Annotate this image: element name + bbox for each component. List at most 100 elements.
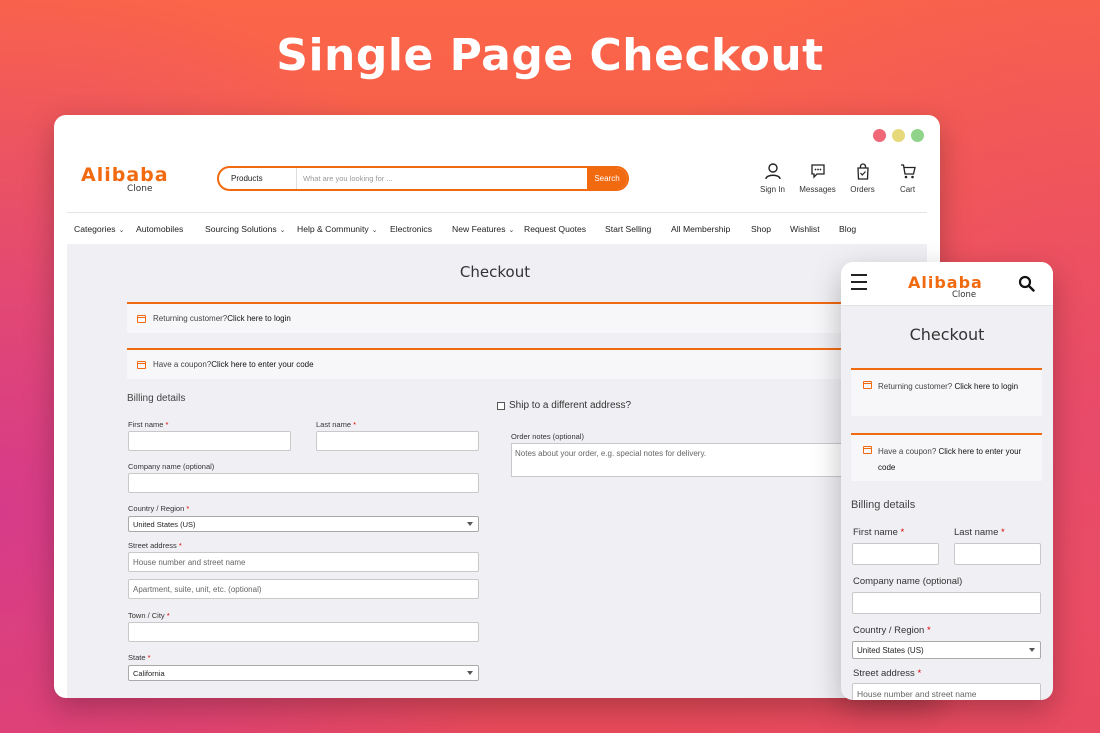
chat-icon (810, 164, 825, 179)
nav-item-all-membership[interactable]: All Membership (671, 224, 730, 234)
nav-item-start-selling[interactable]: Start Selling (605, 224, 651, 234)
state-select[interactable]: California (128, 665, 479, 681)
select-arrow-icon (467, 671, 473, 675)
billing-details-title: Billing details (127, 393, 186, 404)
mobile-street-address-label: Street address * (853, 668, 922, 679)
mobile-header: Alibaba Clone (841, 262, 1053, 306)
search-bar: Products What are you looking for ... Se… (217, 166, 629, 191)
site-logo[interactable]: Alibaba Clone (81, 164, 169, 194)
orders-label: Orders (850, 185, 875, 194)
hamburger-menu-icon[interactable] (851, 274, 867, 295)
mobile-page-title: Checkout (909, 325, 985, 344)
ship-different-checkbox[interactable] (497, 401, 505, 410)
notice-icon (863, 381, 872, 389)
nav-item-blog[interactable]: Blog (839, 224, 856, 234)
nav-item-help-community[interactable]: Help & Community ⌄ (297, 224, 378, 234)
state-label: State * (128, 653, 151, 662)
close-dot-icon[interactable] (873, 129, 886, 142)
search-category-select[interactable]: Products (219, 168, 297, 189)
orders-button[interactable]: Orders (840, 163, 885, 194)
nav-item-wishlist[interactable]: Wishlist (790, 224, 820, 234)
street-address-label: Street address * (128, 541, 182, 550)
messages-label: Messages (799, 185, 836, 194)
nav-item-categories[interactable]: Categories ⌄ (74, 224, 124, 234)
headline: Single Page Checkout (276, 30, 824, 81)
search-icon[interactable] (1018, 275, 1035, 292)
bag-icon (856, 163, 869, 180)
notice-icon (863, 446, 872, 454)
first-name-field[interactable] (128, 431, 291, 451)
enter-coupon-link[interactable]: Click here to enter your code (211, 360, 313, 369)
logo-sub: Clone (127, 184, 153, 194)
country-select[interactable]: United States (US) (128, 516, 479, 532)
messages-button[interactable]: Messages (795, 163, 840, 194)
returning-customer-text: Returning customer? (153, 314, 228, 323)
mobile-logo[interactable]: Alibaba Clone (908, 273, 983, 300)
site-header: Alibaba Clone Products What are you look… (67, 155, 927, 212)
apartment-field[interactable]: Apartment, suite, unit, etc. (optional) (128, 579, 479, 599)
company-name-label: Company name (optional) (128, 462, 215, 471)
sign-in-button[interactable]: Sign In (750, 163, 795, 194)
cart-icon (900, 164, 916, 179)
mobile-first-name-field[interactable] (852, 543, 939, 565)
nav-item-shop[interactable]: Shop (751, 224, 771, 234)
mobile-frame: Alibaba Clone Checkout Returning custome… (841, 262, 1053, 700)
mobile-coupon-notice: Have a coupon? Click here to enter your … (851, 433, 1042, 481)
mobile-company-name-label: Company name (optional) (853, 576, 963, 587)
notice-icon (137, 360, 146, 369)
mobile-login-link[interactable]: Click here to login (954, 382, 1018, 391)
mobile-country-select[interactable]: United States (US) (852, 641, 1041, 659)
mobile-last-name-field[interactable] (954, 543, 1041, 565)
chevron-down-icon: ⌄ (118, 227, 125, 234)
mobile-country-label: Country / Region * (853, 625, 931, 636)
mobile-coupon-text: Have a coupon? (878, 447, 939, 456)
chevron-down-icon: ⌄ (279, 227, 286, 234)
cart-button[interactable]: Cart (885, 163, 927, 194)
desktop-browser-window: Alibaba Clone Products What are you look… (54, 115, 940, 698)
mobile-returning-text: Returning customer? (878, 382, 955, 391)
nav-item-sourcing-solutions[interactable]: Sourcing Solutions ⌄ (205, 224, 286, 234)
nav-item-electronics[interactable]: Electronics (390, 224, 432, 234)
header-actions: Sign In Messages Orders Cart (750, 163, 927, 194)
mobile-returning-customer-notice: Returning customer? Click here to login (851, 368, 1042, 416)
last-name-field[interactable] (316, 431, 479, 451)
cart-label: Cart (899, 185, 916, 194)
page-title: Checkout (459, 263, 531, 281)
nav-item-request-quotes[interactable]: Request Quotes (524, 224, 586, 234)
ship-different-label: Ship to a different address? (509, 400, 632, 411)
window-controls (873, 129, 924, 142)
desktop-site: Alibaba Clone Products What are you look… (67, 155, 927, 698)
search-button[interactable]: Search (587, 168, 627, 189)
country-label: Country / Region * (128, 504, 190, 513)
search-input[interactable]: What are you looking for ... (297, 174, 587, 183)
minimize-dot-icon[interactable] (892, 129, 905, 142)
coupon-notice: Have a coupon? Click here to enter your … (127, 348, 887, 379)
company-name-field[interactable] (128, 473, 479, 493)
mobile-company-name-field[interactable] (852, 592, 1041, 614)
nav-item-automobiles[interactable]: Automobiles (136, 224, 183, 234)
notice-icon (137, 314, 146, 323)
mobile-logo-sub: Clone (952, 290, 977, 300)
nav-item-new-features[interactable]: New Features ⌄ (452, 224, 514, 234)
chevron-down-icon: ⌄ (508, 227, 515, 234)
town-city-field[interactable] (128, 622, 479, 642)
order-notes-label: Order notes (optional) (511, 432, 584, 441)
town-city-label: Town / City * (128, 611, 170, 620)
select-arrow-icon (467, 522, 473, 526)
mobile-billing-details-title: Billing details (851, 499, 916, 511)
main-navigation: Categories ⌄ Automobiles Sourcing Solutio… (67, 212, 927, 244)
mobile-last-name-label: Last name * (954, 527, 1005, 538)
last-name-label: Last name * (316, 420, 357, 429)
select-arrow-icon (1029, 648, 1035, 652)
logo-brand: Alibaba (81, 164, 169, 186)
user-icon (764, 163, 781, 180)
login-link[interactable]: Click here to login (227, 314, 291, 323)
maximize-dot-icon[interactable] (911, 129, 924, 142)
sign-in-label: Sign In (760, 185, 785, 194)
ship-different-address[interactable]: Ship to a different address? (497, 400, 631, 411)
street-address-field[interactable]: House number and street name (128, 552, 479, 572)
mobile-first-name-label: First name * (853, 527, 905, 538)
coupon-text: Have a coupon? (153, 360, 212, 369)
mobile-street-address-field[interactable]: House number and street name (852, 683, 1041, 700)
chevron-down-icon: ⌄ (371, 227, 378, 234)
